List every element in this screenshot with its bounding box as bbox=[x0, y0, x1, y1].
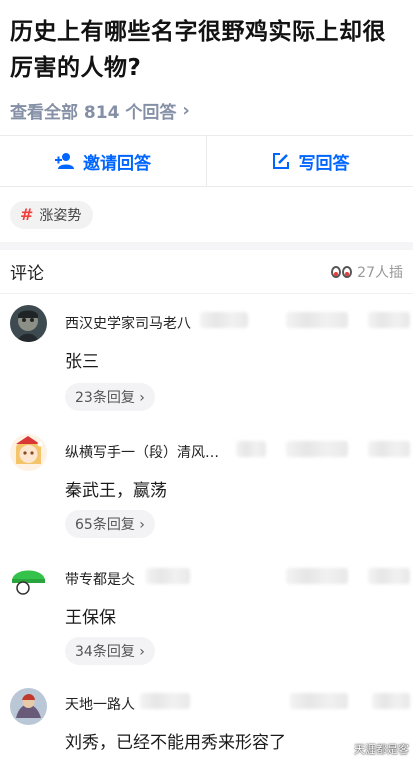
blurred-info bbox=[146, 568, 190, 584]
comment-author[interactable]: 纵横写手一（段）清风… bbox=[65, 442, 219, 462]
question-header: 历史上有哪些名字很野鸡实际上却很厉害的人物? 查看全部 814 个回答 › bbox=[0, 0, 413, 126]
blurred-info bbox=[286, 441, 348, 457]
blurred-info bbox=[140, 693, 190, 709]
topic-label: 涨姿势 bbox=[39, 207, 82, 224]
blurred-info bbox=[368, 568, 410, 584]
blurred-info bbox=[372, 693, 410, 709]
comment-text: 秦武王，嬴荡 bbox=[65, 481, 167, 501]
replies-button[interactable]: 34条回复 › bbox=[65, 637, 155, 665]
blurred-info bbox=[286, 312, 348, 328]
answer-action-bar: 邀请回答 写回答 bbox=[0, 135, 413, 187]
comment-author[interactable]: 西汉史学家司马老八 bbox=[65, 313, 191, 333]
replies-button[interactable]: 65条回复 › bbox=[65, 510, 155, 538]
question-title[interactable]: 历史上有哪些名字很野鸡实际上却很厉害的人物? bbox=[10, 14, 403, 86]
avatar[interactable] bbox=[10, 561, 47, 598]
blurred-info bbox=[290, 693, 348, 709]
blurred-info bbox=[200, 312, 248, 328]
avatar[interactable] bbox=[10, 305, 47, 342]
blurred-info bbox=[236, 441, 266, 457]
view-all-answers-label: 查看全部 814 个回答 bbox=[10, 102, 177, 123]
comment-author[interactable]: 天地一路人 bbox=[65, 694, 135, 714]
blurred-info bbox=[286, 568, 348, 584]
comment-text: 刘秀，已经不能用秀来形容了 bbox=[65, 733, 286, 753]
replies-button[interactable]: 23条回复 › bbox=[65, 383, 155, 411]
edit-icon bbox=[271, 151, 291, 171]
viewers-indicator[interactable]: 27人插 bbox=[331, 262, 403, 282]
invite-answer-button[interactable]: 邀请回答 bbox=[0, 136, 206, 186]
eyes-icon bbox=[331, 265, 353, 278]
view-all-answers-link[interactable]: 查看全部 814 个回答 › bbox=[10, 94, 403, 126]
comments-header: 评论 27人插 bbox=[0, 250, 413, 294]
avatar[interactable] bbox=[10, 434, 47, 471]
topic-row: # 涨姿势 bbox=[0, 187, 413, 242]
write-answer-button[interactable]: 写回答 bbox=[206, 136, 413, 186]
chevron-right-icon: › bbox=[182, 99, 190, 121]
hash-icon: # bbox=[20, 205, 34, 224]
topic-tag[interactable]: # 涨姿势 bbox=[10, 200, 94, 229]
avatar[interactable] bbox=[10, 688, 47, 725]
comment-text: 张三 bbox=[65, 352, 99, 372]
write-answer-label: 写回答 bbox=[298, 153, 350, 174]
comments-title: 评论 bbox=[10, 264, 44, 284]
invite-answer-label: 邀请回答 bbox=[83, 153, 151, 174]
viewers-count: 27人插 bbox=[357, 264, 403, 281]
watermark: 天涯都是客 bbox=[354, 743, 409, 756]
blurred-info bbox=[368, 312, 410, 328]
comment-author[interactable]: 带专都是仌 bbox=[65, 569, 135, 589]
add-user-icon bbox=[55, 151, 75, 171]
comment-text: 王保保 bbox=[65, 608, 116, 628]
section-divider bbox=[0, 242, 413, 250]
blurred-info bbox=[368, 441, 410, 457]
